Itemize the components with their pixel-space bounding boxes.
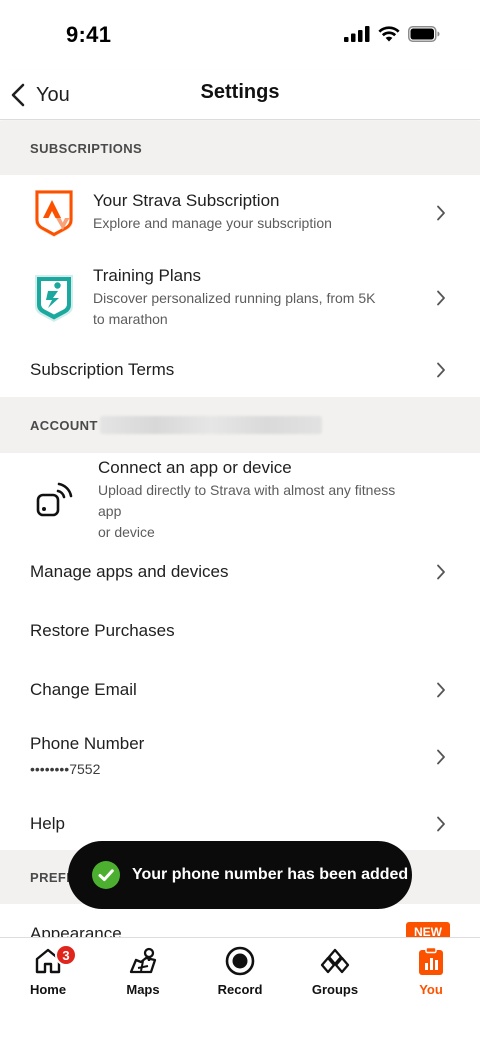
tab-maps-label: Maps	[126, 982, 160, 997]
wifi-icon	[378, 26, 400, 42]
restore-purchases-title: Restore Purchases	[30, 620, 175, 640]
notification-badge: 3	[55, 944, 77, 966]
help-title: Help	[30, 814, 65, 833]
strava-subscription-subtitle: Explore and manage your subscription	[93, 215, 332, 231]
record-icon	[225, 946, 255, 976]
training-plans-icon	[30, 272, 78, 324]
status-bar: 9:41	[0, 0, 480, 70]
strava-subscription-title: Your Strava Subscription	[93, 191, 280, 210]
chevron-right-icon	[437, 816, 445, 832]
chevron-right-icon	[437, 290, 445, 305]
tab-you-label: You	[419, 982, 443, 997]
training-plans-subtitle: Discover personalized running plans, fro…	[93, 288, 375, 330]
toast-notification: Your phone number has been added	[68, 841, 412, 909]
connect-app-subtitle-line1: Upload directly to Strava with almost an…	[98, 481, 396, 519]
tab-home-label: Home	[29, 982, 67, 997]
section-header-account-label: ACCOUNT	[30, 417, 98, 433]
section-header-subscriptions: SUBSCRIPTIONS	[0, 121, 480, 175]
connect-app-title: Connect an app or device	[98, 457, 292, 477]
section-header-account: ACCOUNT	[0, 397, 480, 453]
nav-bar: You Settings	[0, 70, 480, 120]
page-title: Settings	[200, 81, 280, 103]
tab-home[interactable]: 3 Home	[8, 944, 88, 997]
chevron-right-icon	[437, 205, 445, 220]
settings-list[interactable]: SUBSCRIPTIONS Your Strava Subscription E…	[0, 121, 480, 937]
chevron-right-icon	[437, 749, 445, 764]
training-plans-row[interactable]: Training Plans Discover personalized run…	[0, 250, 480, 345]
tab-you[interactable]: You	[391, 946, 471, 997]
connect-app-subtitle-line2: or device	[98, 523, 155, 540]
manage-apps-title: Manage apps and devices	[30, 562, 229, 581]
connect-app-row[interactable]: Connect an app or device Upload directly…	[0, 453, 480, 547]
tab-record[interactable]: Record	[200, 946, 280, 997]
battery-icon	[408, 26, 440, 42]
toast-message: Your phone number has been added	[132, 866, 409, 883]
groups-icon	[320, 948, 350, 974]
phone-number-value: ••••••••7552	[30, 760, 101, 777]
connect-app-subtitle: Upload directly to Strava with almost an…	[98, 480, 420, 543]
strava-subscription-icon	[30, 187, 78, 239]
manage-apps-row[interactable]: Manage apps and devices	[0, 547, 480, 597]
chevron-right-icon	[437, 682, 445, 697]
check-circle-icon	[92, 861, 120, 889]
subscription-terms-row[interactable]: Subscription Terms	[0, 335, 480, 397]
change-email-title: Change Email	[30, 679, 137, 699]
tab-groups-label: Groups	[311, 982, 359, 997]
phone-number-row[interactable]: Phone Number ••••••••7552	[0, 715, 480, 798]
strava-subscription-row[interactable]: Your Strava Subscription Explore and man…	[0, 175, 480, 250]
training-plans-subtitle-line2: to marathon	[93, 310, 168, 327]
tab-record-label: Record	[217, 982, 263, 997]
chevron-right-icon	[437, 362, 445, 378]
tab-groups[interactable]: Groups	[295, 946, 375, 997]
connect-device-icon	[30, 478, 78, 522]
appearance-title: Appearance	[30, 924, 122, 937]
restore-purchases-row[interactable]: Restore Purchases	[0, 597, 480, 664]
status-icons	[344, 26, 440, 42]
redacted-account-email	[99, 416, 322, 434]
status-time: 9:41	[66, 22, 112, 47]
subscription-terms-title: Subscription Terms	[30, 360, 175, 379]
phone-number-title: Phone Number	[30, 733, 145, 753]
clipboard-stats-icon	[419, 946, 443, 975]
training-plans-title: Training Plans	[93, 265, 202, 285]
cellular-signal-icon	[344, 26, 370, 42]
tab-maps[interactable]: Maps	[103, 946, 183, 997]
bottom-tab-bar: 3 Home Maps Record Groups You	[0, 937, 480, 1040]
new-badge: NEW	[406, 922, 450, 937]
maps-icon	[129, 947, 157, 974]
change-email-row[interactable]: Change Email	[0, 664, 480, 715]
chevron-right-icon	[437, 564, 445, 580]
training-plans-subtitle-line1: Discover personalized running plans, fro…	[93, 289, 376, 306]
